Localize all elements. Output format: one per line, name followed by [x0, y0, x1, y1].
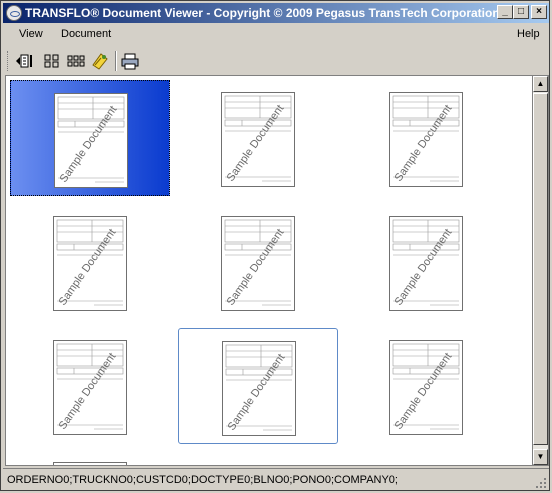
status-text: ORDERNO0;TRUCKNO0;CUSTCD0;DOCTYPE0;BLNO0… — [7, 474, 398, 486]
close-button[interactable]: × — [531, 5, 547, 19]
thumbnail-cell[interactable]: Sample Document — [346, 204, 506, 320]
page-thumbnail[interactable]: Sample Document — [221, 92, 295, 187]
watermark-text: Sample Document — [225, 227, 287, 308]
thumbnail-cell[interactable]: Sample Document — [178, 204, 338, 320]
page-thumbnail[interactable]: Sample Document — [389, 340, 463, 435]
thumbnail-grid[interactable]: Sample Document Sample Document Sample Doc… — [5, 75, 533, 466]
thumbnail-cell[interactable]: Sample Document — [178, 328, 338, 444]
menu-bar: View Document Help — [3, 25, 549, 45]
single-page-view-button[interactable] — [13, 51, 35, 71]
watermark-text: Sample Document — [57, 227, 119, 308]
watermark-text: Sample Document — [393, 227, 455, 308]
thumbnail-cell[interactable]: Sample Document — [10, 80, 170, 196]
app-window: TRANSFLO® Document Viewer - Copyright © … — [0, 0, 550, 491]
scroll-thumb[interactable] — [533, 93, 548, 445]
vertical-scrollbar[interactable]: ▲ ▼ — [532, 75, 549, 466]
menu-help[interactable]: Help — [517, 28, 540, 40]
menu-document[interactable]: Document — [61, 28, 111, 40]
toolbar — [3, 48, 549, 74]
form-preview: Sample Document — [393, 95, 460, 184]
thumbnail-cell[interactable]: Sample Document — [10, 204, 170, 320]
page-thumbnail-partial[interactable] — [53, 462, 127, 465]
page-thumbnail[interactable]: Sample Document — [53, 340, 127, 435]
status-bar: ORDERNO0;TRUCKNO0;CUSTCD0;DOCTYPE0;BLNO0… — [3, 468, 549, 491]
form-preview: Sample Document — [225, 95, 292, 184]
watermark-text: Sample Document — [393, 351, 455, 432]
page-thumbnail[interactable]: Sample Document — [389, 216, 463, 311]
minimize-button[interactable]: _ — [497, 5, 513, 19]
watermark-text: Sample Document — [57, 351, 119, 432]
print-button[interactable] — [119, 51, 141, 71]
thumbnail-cell[interactable]: Sample Document — [346, 328, 506, 444]
watermark-text: Sample Document — [58, 104, 120, 185]
page-thumbnail[interactable]: Sample Document — [53, 216, 127, 311]
grid-2x2-button[interactable] — [41, 51, 63, 71]
form-preview: Sample Document — [226, 344, 293, 433]
page-thumbnail[interactable]: Sample Document — [221, 216, 295, 311]
page-thumbnail[interactable]: Sample Document — [389, 92, 463, 187]
form-preview: Sample Document — [225, 219, 292, 308]
annotate-icon — [92, 53, 108, 70]
annotate-button[interactable] — [89, 51, 111, 71]
title-bar[interactable]: TRANSFLO® Document Viewer - Copyright © … — [3, 3, 549, 23]
form-preview: Sample Document — [393, 219, 460, 308]
page-thumbnail[interactable]: Sample Document — [222, 341, 296, 436]
scroll-down-button[interactable]: ▼ — [533, 449, 548, 465]
app-logo-icon[interactable] — [6, 5, 22, 21]
grid-2x2-icon — [44, 54, 59, 68]
menu-view[interactable]: View — [19, 28, 43, 40]
toolbar-separator — [115, 51, 117, 71]
print-icon — [121, 53, 139, 70]
scroll-up-button[interactable]: ▲ — [533, 76, 548, 92]
watermark-text: Sample Document — [393, 103, 455, 184]
single-page-view-icon — [16, 54, 32, 68]
resize-grip-icon[interactable] — [535, 477, 547, 489]
form-preview: Sample Document — [57, 343, 124, 432]
form-preview: Sample Document — [393, 343, 460, 432]
toolbar-grip[interactable] — [7, 51, 11, 71]
maximize-button[interactable]: □ — [513, 5, 529, 19]
thumbnail-cell[interactable]: Sample Document — [346, 80, 506, 196]
form-preview: Sample Document — [58, 96, 125, 185]
page-thumbnail[interactable]: Sample Document — [54, 93, 128, 188]
watermark-text: Sample Document — [225, 103, 287, 184]
window-title: TRANSFLO® Document Viewer - Copyright © … — [25, 6, 510, 20]
grid-3x3-button[interactable] — [65, 51, 87, 71]
grid-3x3-icon — [67, 55, 85, 67]
form-preview: Sample Document — [57, 219, 124, 308]
thumbnail-cell[interactable]: Sample Document — [10, 328, 170, 444]
thumbnail-cell[interactable]: Sample Document — [178, 80, 338, 196]
watermark-text: Sample Document — [226, 352, 288, 433]
